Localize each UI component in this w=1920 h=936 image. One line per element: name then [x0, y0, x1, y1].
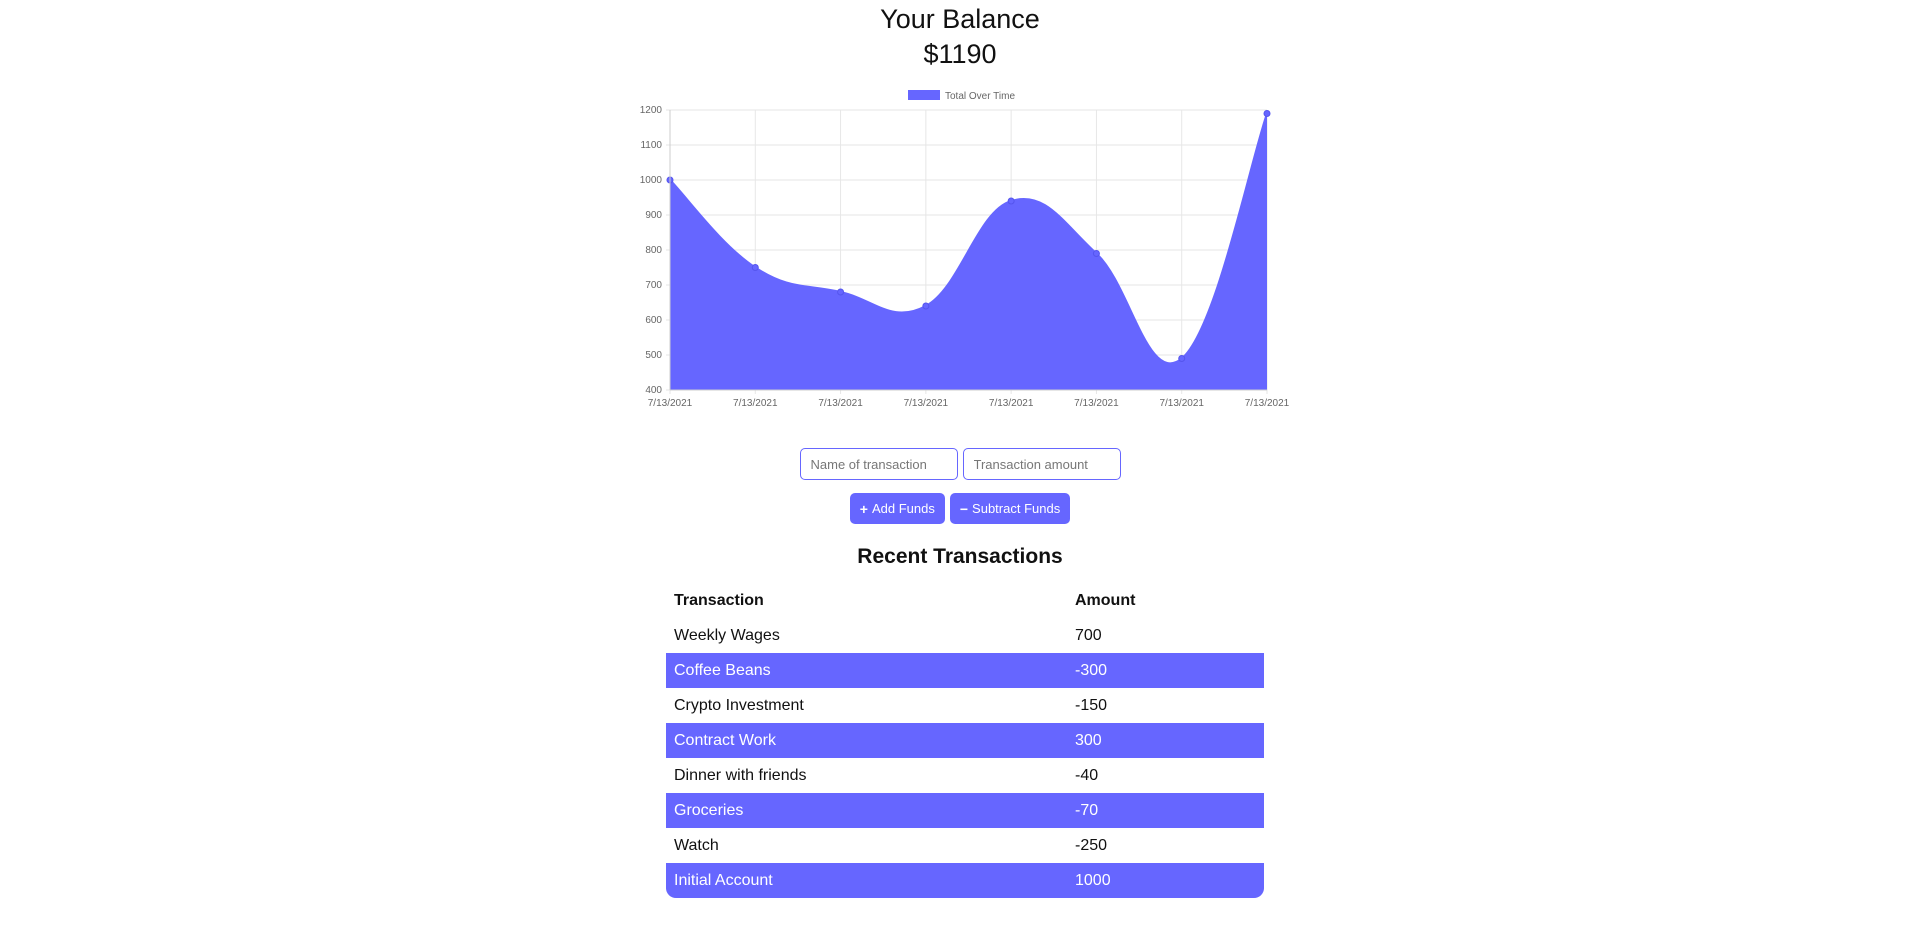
balance-chart-svg: 400 500 600 700 800 900 1000 1100 1200 7/13/2021 7…	[640, 90, 1290, 409]
subtract-funds-button[interactable]: − Subtract Funds	[949, 493, 1071, 524]
budget-page: Your Balance $1190 400 500 600 700 800 900 100…	[0, 0, 1920, 936]
transaction-name: Coffee Beans	[666, 653, 1067, 688]
transaction-amount: -40	[1075, 766, 1099, 784]
balance-title: Your Balance	[880, 4, 1040, 34]
x-tick-label: 7/13/2021	[818, 398, 863, 409]
transaction-amount: -250	[1075, 836, 1108, 854]
balance-chart: 400 500 600 700 800 900 1000 1100 1200 7/13/2021 7…	[625, 84, 1300, 422]
transaction-amount: 300	[1067, 723, 1264, 758]
transaction-name: Initial Account	[666, 863, 1067, 898]
y-tick-label: 400	[645, 385, 662, 396]
minus-icon: −	[959, 500, 969, 517]
data-point[interactable]	[837, 288, 845, 296]
data-point[interactable]	[1092, 250, 1100, 257]
y-tick-label: 1200	[640, 105, 663, 116]
x-tick-label: 7/13/2021	[1074, 398, 1119, 409]
transaction-amount: 700	[1075, 626, 1102, 644]
data-point[interactable]	[1263, 110, 1271, 117]
chart-legend: Total Over Time	[908, 90, 1015, 102]
x-tick-label: 7/13/2021	[989, 398, 1034, 409]
x-tick-label: 7/13/2021	[1245, 398, 1290, 409]
transaction-name: Watch	[674, 836, 719, 854]
table-row: Coffee Beans -300	[666, 653, 1264, 688]
y-tick-label: 900	[645, 210, 662, 221]
table-row: Watch -250	[666, 828, 1264, 863]
transaction-name: Weekly Wages	[674, 626, 780, 644]
column-header-amount: Amount	[1075, 591, 1136, 609]
chart-area-layer	[669, 113, 1268, 390]
data-point[interactable]	[751, 264, 759, 271]
transaction-form	[0, 448, 1920, 480]
transaction-amount: -300	[1067, 653, 1264, 688]
subtract-funds-label: Subtract Funds	[972, 501, 1061, 516]
table-row: Dinner with friends -40	[666, 758, 1264, 793]
transaction-amount-input[interactable]	[962, 448, 1121, 480]
data-point[interactable]	[922, 302, 930, 310]
add-funds-label: Add Funds	[871, 501, 935, 516]
x-tick-label: 7/13/2021	[648, 398, 693, 409]
y-tick-label: 500	[645, 350, 662, 361]
transaction-name: Crypto Investment	[674, 696, 804, 714]
transaction-name: Groceries	[666, 793, 1067, 828]
table-row: Crypto Investment -150	[666, 688, 1264, 723]
plus-icon: +	[859, 500, 868, 517]
transaction-name: Contract Work	[666, 723, 1067, 758]
table-header-row: Transaction Amount	[666, 583, 1264, 618]
transaction-amount: -150	[1075, 696, 1108, 714]
data-point[interactable]	[1178, 355, 1186, 362]
transaction-name: Dinner with friends	[674, 766, 807, 784]
y-tick-label: 1000	[640, 175, 663, 186]
x-tick-label: 7/13/2021	[733, 398, 778, 409]
data-point[interactable]	[1007, 197, 1015, 205]
legend-swatch	[908, 90, 940, 100]
add-funds-button[interactable]: + Add Funds	[849, 493, 945, 524]
x-tick-label: 7/13/2021	[904, 398, 949, 409]
y-tick-label: 1100	[640, 140, 662, 151]
x-tick-label: 7/13/2021	[1159, 398, 1204, 409]
table-row: Initial Account 1000	[666, 863, 1264, 898]
transaction-amount: 1000	[1067, 863, 1264, 898]
table-row: Weekly Wages 700	[666, 618, 1264, 653]
transactions-table: Transaction Amount Weekly Wages 700 Coff…	[666, 583, 1264, 898]
column-header-transaction: Transaction	[674, 591, 764, 609]
table-row: Contract Work 300	[666, 723, 1264, 758]
recent-transactions-title: Recent Transactions	[857, 545, 1063, 568]
y-tick-label: 700	[645, 280, 662, 291]
y-tick-label: 800	[645, 245, 662, 256]
transaction-buttons: + Add Funds − Subtract Funds	[0, 493, 1920, 524]
transaction-name-input[interactable]	[799, 448, 958, 480]
balance-amount: $1190	[923, 39, 997, 69]
legend-label: Total Over Time	[945, 91, 1015, 102]
transaction-amount: -70	[1067, 793, 1264, 828]
table-row: Groceries -70	[666, 793, 1264, 828]
y-tick-label: 600	[645, 315, 662, 326]
